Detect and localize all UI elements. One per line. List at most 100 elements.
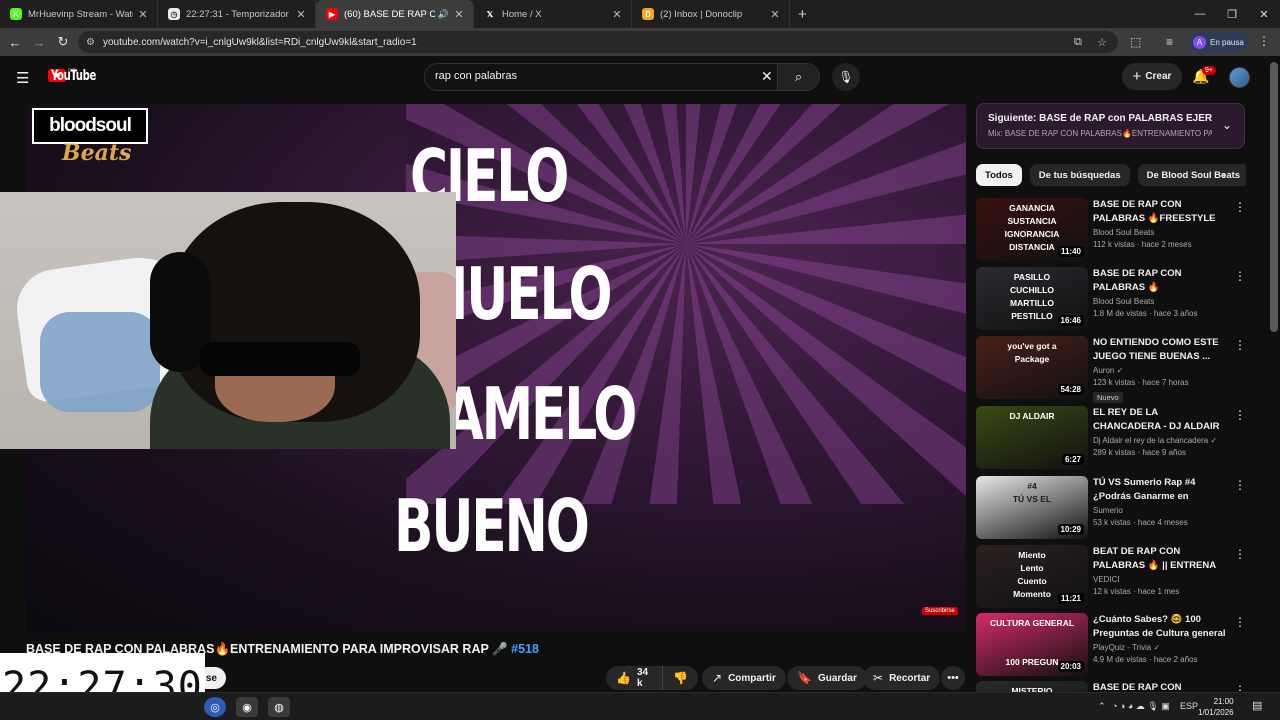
restore-icon[interactable]: ❐ (1216, 0, 1248, 28)
related-video-item[interactable]: Miento Lento Cuento Momento 11:21 BEAT DE … (976, 545, 1246, 609)
new-tab-button[interactable]: + (790, 0, 815, 28)
channel-name[interactable]: Blood Soul Beats (1093, 297, 1228, 306)
video-hashtag[interactable]: #518 (511, 642, 539, 656)
bookmark-star-icon[interactable]: ☆ (1097, 36, 1107, 49)
subscribe-overlay-button[interactable]: Suscribirse (922, 607, 958, 615)
tab-search-icon[interactable]: ≡ (1166, 35, 1173, 49)
voice-search-button[interactable]: 🎙 (832, 63, 860, 91)
create-button[interactable]: + Crear (1122, 63, 1182, 90)
related-video-title[interactable]: TÚ VS Sumerio Rap #4 ¿Podrás Ganarme en … (1093, 476, 1228, 503)
related-video-title[interactable]: EL REY DE LA CHANCADERA - DJ ALDAIR (1093, 406, 1228, 433)
notification-center-icon[interactable]: ▤ (1252, 699, 1262, 712)
filter-chip[interactable]: De tus búsquedas (1029, 164, 1130, 186)
cast-icon[interactable]: ⧉ (1074, 36, 1082, 49)
chevron-down-icon[interactable]: ⌄ (1222, 118, 1232, 132)
page-scrollbar[interactable] (1270, 62, 1278, 332)
speaker-icon[interactable]: 🔊 (438, 9, 449, 20)
tray-chevron-icon[interactable]: ⌃ (1098, 701, 1106, 712)
filter-chip[interactable]: De Blood Soul Beats (1137, 164, 1246, 186)
related-video-title[interactable]: BASE DE RAP CON PALABRAS 🔥FREESTYLE RAP … (1093, 198, 1228, 225)
youtube-logo[interactable]: YouTube PE (48, 68, 96, 84)
system-clock[interactable]: 21:00 1/01/2026 (1198, 696, 1234, 718)
like-button[interactable]: 👍 34 k (606, 666, 664, 690)
related-video-item[interactable]: you've got a Package 54:28 NO ENTIENDO COM… (976, 336, 1246, 403)
dislike-button[interactable]: 👎 (663, 671, 698, 685)
related-video-item[interactable]: DJ ALDAIR 6:27 EL REY DE LA CHANCADERA - D… (976, 406, 1246, 470)
share-button[interactable]: ↗ Compartir (702, 666, 786, 690)
video-menu-icon[interactable]: ⋮ (1234, 200, 1246, 214)
close-tab-icon[interactable]: ✕ (611, 8, 623, 21)
search-box[interactable]: rap con palabras ✕ ⌕ (424, 63, 820, 91)
chrome-taskbar-icon[interactable]: ◉ (236, 697, 258, 717)
tab-title: (2) Inbox | Donoclip (660, 8, 743, 20)
video-thumbnail[interactable]: PASILLO CUCHILLO MARTILLO PESTILLO 16:46 (976, 267, 1088, 330)
related-video-item[interactable]: PASILLO CUCHILLO MARTILLO PESTILLO 16:46 B… (976, 267, 1246, 331)
video-menu-icon[interactable]: ⋮ (1234, 547, 1246, 561)
close-tab-icon[interactable]: ✕ (769, 8, 781, 21)
channel-name[interactable]: Auron ✓ (1093, 366, 1228, 375)
video-menu-icon[interactable]: ⋮ (1234, 269, 1246, 283)
tray-app-icons[interactable]: ◔ ◑ ◕ ☁ 🎙 ▣ (1112, 701, 1170, 712)
related-video-title[interactable]: NO ENTIENDO COMO ESTE JUEGO TIENE BUENAS… (1093, 336, 1228, 363)
close-tab-icon[interactable]: ✕ (137, 8, 149, 21)
video-menu-icon[interactable]: ⋮ (1234, 615, 1246, 629)
profile-button[interactable]: A En pausa (1190, 32, 1248, 52)
site-info-icon[interactable]: ⚙ (86, 37, 95, 48)
channel-name[interactable]: VEDICI (1093, 575, 1228, 584)
video-menu-icon[interactable]: ⋮ (1234, 478, 1246, 492)
search-input[interactable]: rap con palabras (435, 70, 517, 82)
channel-name[interactable]: PlayQuiz - Trivia ✓ (1093, 643, 1228, 652)
minimize-icon[interactable]: — (1184, 0, 1216, 28)
reload-icon[interactable]: ↻ (51, 34, 75, 50)
video-thumbnail[interactable]: GANANCIA SUSTANCIA IGNORANCIA DISTANCIA 1… (976, 198, 1088, 261)
video-info: BASE DE RAP CON PALABRAS 🔥ENTRENAMIENTO … (1093, 267, 1228, 318)
browser-tab[interactable]: 𝕏 Home / X ✕ (474, 0, 632, 28)
channel-name[interactable]: Sumerio (1093, 506, 1228, 515)
browser-tab[interactable]: ◷ 22:27:31 - Temporizador Online ✕ (158, 0, 316, 28)
language-indicator[interactable]: ESP (1180, 701, 1198, 711)
browser-tab[interactable]: ▶ (60) BASE DE RAP CON PALABRAS🔊 ✕ (316, 0, 474, 28)
save-button[interactable]: 🔖 Guardar (787, 666, 867, 690)
address-bar[interactable]: ⚙ youtube.com/watch?v=i_cnlgUw9kl&list=R… (78, 31, 1118, 53)
video-thumbnail[interactable]: CULTURA GENERAL 100 PREGUN 20:03 (976, 613, 1088, 676)
chevron-right-icon[interactable]: › (1222, 168, 1226, 182)
close-tab-icon[interactable]: ✕ (295, 8, 307, 21)
related-video-title[interactable]: ¿Cuánto Sabes? 🤓 100 Preguntas de Cultur… (1093, 613, 1228, 640)
more-actions-button[interactable]: ••• (941, 666, 965, 690)
video-menu-icon[interactable]: ⋮ (1234, 338, 1246, 352)
clear-search-icon[interactable]: ✕ (761, 68, 773, 85)
url-text: youtube.com/watch?v=i_cnlgUw9kl&list=RDi… (102, 36, 417, 48)
hamburger-menu-icon[interactable]: ☰ (16, 69, 29, 87)
related-video-item[interactable]: CULTURA GENERAL 100 PREGUN 20:03 ¿Cuánto S… (976, 613, 1246, 677)
video-menu-icon[interactable]: ⋮ (1234, 408, 1246, 422)
webcam-blue-cloth (40, 312, 160, 412)
video-duration: 6:27 (1061, 454, 1084, 465)
related-video-title[interactable]: BASE DE RAP CON PALABRAS 🔥ENTRENAMIENTO … (1093, 267, 1228, 294)
related-video-item[interactable]: #4 TÚ VS EL 10:29 TÚ VS Sumerio Rap #4 ¿Po… (976, 476, 1246, 540)
filter-chip[interactable]: Todos (976, 164, 1022, 186)
share-label: Compartir (728, 672, 776, 684)
user-avatar[interactable] (1229, 67, 1250, 88)
browser-menu-icon[interactable]: ⋮ (1258, 34, 1270, 48)
forward-icon[interactable]: → (27, 35, 51, 50)
video-thumbnail[interactable]: #4 TÚ VS EL 10:29 (976, 476, 1088, 539)
related-video-title[interactable]: BEAT DE RAP CON PALABRAS 🔥 || ENTRENA TU… (1093, 545, 1228, 572)
channel-name[interactable]: Blood Soul Beats (1093, 228, 1228, 237)
close-tab-icon[interactable]: ✕ (453, 8, 465, 21)
browser-tab[interactable]: K MrHuevinp Stream - Watch Live ✕ (0, 0, 158, 28)
related-video-item[interactable]: GANANCIA SUSTANCIA IGNORANCIA DISTANCIA 1… (976, 198, 1246, 262)
video-thumbnail[interactable]: you've got a Package 54:28 (976, 336, 1088, 399)
video-thumbnail[interactable]: Miento Lento Cuento Momento 11:21 (976, 545, 1088, 608)
clip-button[interactable]: ✂ Recortar (863, 666, 941, 690)
video-thumbnail[interactable]: DJ ALDAIR 6:27 (976, 406, 1088, 469)
browser-tab[interactable]: D (2) Inbox | Donoclip ✕ (632, 0, 790, 28)
close-window-icon[interactable]: ✕ (1248, 0, 1280, 28)
obs-taskbar-icon[interactable]: ◍ (268, 697, 290, 717)
thumbnail-text: you've got a Package (1007, 341, 1057, 364)
extensions-icon[interactable]: ⬚ (1130, 35, 1141, 49)
search-button[interactable]: ⌕ (777, 64, 819, 90)
back-icon[interactable]: ← (3, 35, 27, 50)
playlist-next-panel[interactable]: Siguiente: BASE de RAP con PALABRAS EJER… (976, 103, 1245, 149)
taskbar-app-icon[interactable]: ◎ (204, 697, 226, 717)
channel-name[interactable]: Dj Aldair el rey de la chancadera ✓ (1093, 436, 1228, 445)
